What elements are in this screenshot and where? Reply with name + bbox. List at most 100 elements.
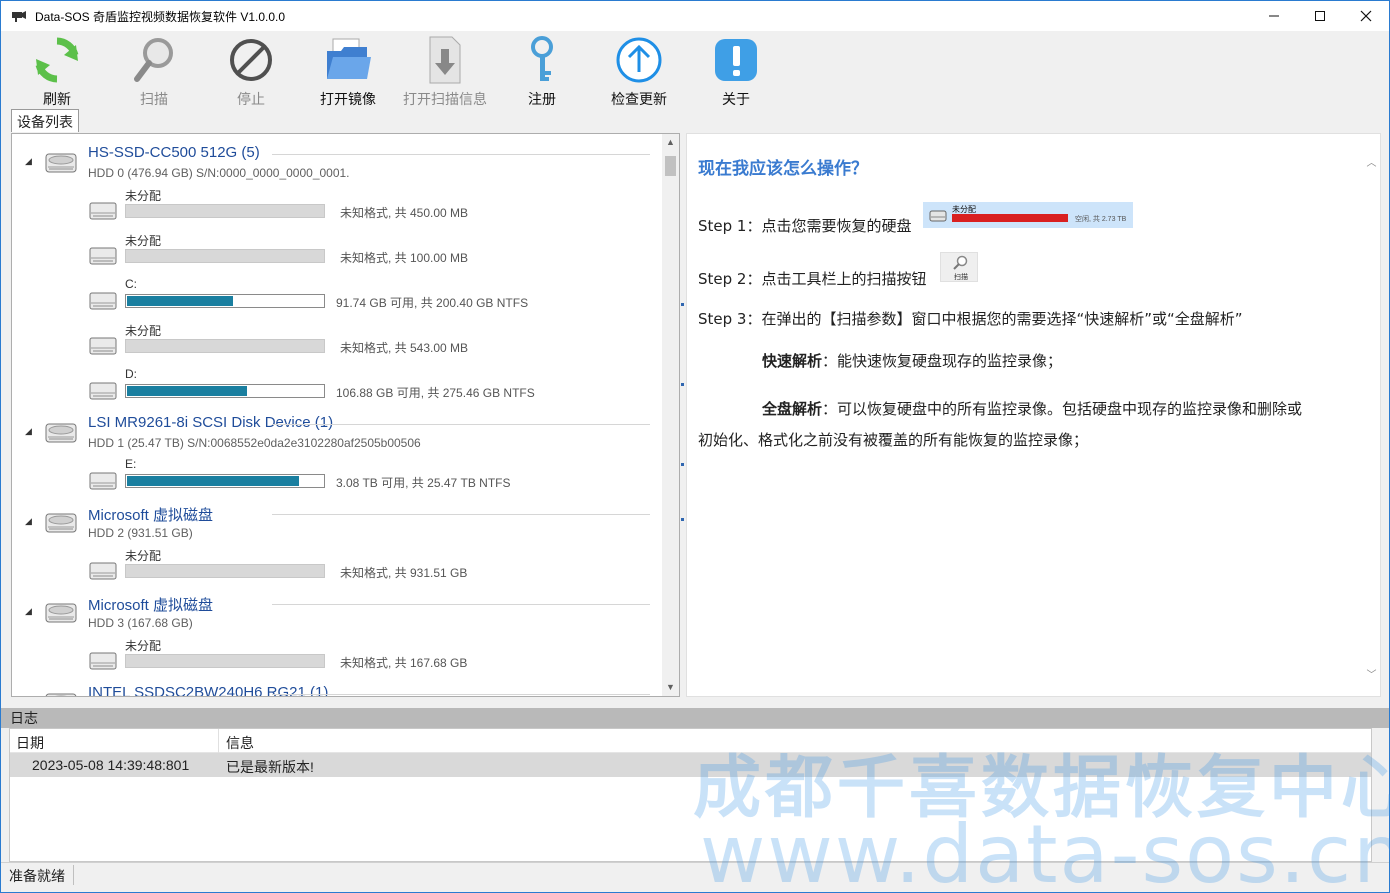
partition-icon xyxy=(89,247,117,265)
usage-bar xyxy=(125,249,325,263)
partition-icon xyxy=(89,337,117,355)
check-update-button[interactable]: 检查更新 xyxy=(591,35,687,107)
expand-toggle-icon[interactable]: ◢ xyxy=(25,516,32,527)
open-image-button[interactable]: 打开镜像 xyxy=(300,35,396,107)
partition-label: E: xyxy=(125,457,137,471)
partition-label: 未分配 xyxy=(125,189,162,203)
stop-label: 停止 xyxy=(237,91,265,107)
scan-button[interactable]: 扫描 xyxy=(106,35,202,107)
camera-icon xyxy=(12,11,26,22)
stop-icon xyxy=(230,39,272,81)
table-row[interactable]: 2023-05-08 14:39:48:801 已是最新版本! xyxy=(10,753,1371,777)
stop-button[interactable]: 停止 xyxy=(203,35,299,107)
quick-parse-title: 快速解析 xyxy=(762,352,823,370)
expand-toggle-icon[interactable]: ◢ xyxy=(25,156,32,167)
usage-bar xyxy=(125,384,325,398)
disk-item[interactable]: ◢ HS-SSD-CC500 512G (5) HDD 0 (476.94 GB) … xyxy=(12,142,662,182)
partition-info: 91.74 GB 可用, 共 200.40 GB NTFS xyxy=(336,296,529,310)
partition-item[interactable]: 未分配 未知格式, 共 450.00 MB xyxy=(12,187,662,229)
partition-icon xyxy=(89,562,117,580)
step2-example-scan-button: 扫描 xyxy=(940,252,978,282)
log-header: 日期 信息 xyxy=(10,729,1371,753)
partition-info: 未知格式, 共 167.68 GB xyxy=(340,656,468,670)
step1-example-disk: 未分配 空闲, 共 2.73 TB xyxy=(923,202,1133,228)
partition-label: D: xyxy=(125,367,137,381)
disk-item[interactable]: ◢ Microsoft 虚拟磁盘 HDD 3 (167.68 GB) xyxy=(12,592,662,632)
usage-bar-fill xyxy=(127,296,233,306)
quick-parse-desc: 快速解析：能快速恢复硬盘现存的监控录像； xyxy=(762,350,1062,371)
partition-icon xyxy=(89,382,117,400)
disk-info: HDD 0 (476.94 GB) S/N:0000_0000_0000_000… xyxy=(88,166,350,180)
minimize-icon xyxy=(1269,15,1279,17)
partition-icon xyxy=(89,472,117,490)
log-info-cell: 已是最新版本! xyxy=(226,759,314,775)
quick-parse-text: ：能快速恢复硬盘现存的监控录像； xyxy=(822,352,1063,370)
partition-item[interactable]: 未分配未知格式, 共 931.51 GB xyxy=(12,547,662,589)
disk-info: HDD 2 (931.51 GB) xyxy=(88,526,193,540)
upload-arrow-icon xyxy=(616,37,662,83)
step1-text: Step 1：点击您需要恢复的硬盘 xyxy=(698,217,912,235)
disk-name: HS-SSD-CC500 512G (5) xyxy=(88,144,260,161)
disk-name: Microsoft 虚拟磁盘 xyxy=(88,597,214,614)
expand-toggle-icon[interactable]: ◢ xyxy=(25,606,32,617)
partition-item[interactable]: C: 91.74 GB 可用, 共 200.40 GB NTFS xyxy=(12,277,662,319)
partition-info: 未知格式, 共 100.00 MB xyxy=(340,251,469,265)
refresh-button[interactable]: 刷新 xyxy=(9,35,105,107)
usage-bar-fill xyxy=(127,386,247,396)
about-button[interactable]: 关于 xyxy=(688,35,784,107)
partition-item[interactable]: 未分配未知格式, 共 167.68 GB xyxy=(12,637,662,679)
disk-item[interactable]: ◢ Microsoft 虚拟磁盘 HDD 2 (931.51 GB) xyxy=(12,502,662,542)
toolbar: 刷新 扫描 停止 打开镜像 打开扫描信息 注册 检查更新 关于 xyxy=(1,31,1389,107)
device-list-tab[interactable]: 设备列表 xyxy=(11,109,79,132)
check-update-label: 检查更新 xyxy=(611,91,667,107)
download-file-icon xyxy=(429,36,461,84)
partition-item[interactable]: E: 3.08 TB 可用, 共 25.47 TB NTFS xyxy=(12,457,662,499)
log-col-date[interactable]: 日期 xyxy=(16,733,44,753)
partition-info: 未知格式, 共 931.51 GB xyxy=(340,566,468,580)
partition-item[interactable]: 未分配未知格式, 共 100.00 MB xyxy=(12,232,662,274)
partition-label: 未分配 xyxy=(125,234,162,248)
hard-disk-icon xyxy=(45,513,77,533)
disk-name: Microsoft 虚拟磁盘 xyxy=(88,507,214,524)
register-label: 注册 xyxy=(528,91,556,107)
partition-label: 未分配 xyxy=(125,639,162,653)
partition-icon xyxy=(89,202,117,220)
status-bar: 准备就绪 xyxy=(1,862,1389,886)
magnifier-icon xyxy=(134,38,173,82)
scroll-down-icon[interactable]: ▼ xyxy=(662,679,679,696)
scroll-up-icon[interactable]: ︿ xyxy=(1363,154,1380,169)
close-icon xyxy=(1360,10,1372,22)
usage-bar xyxy=(125,294,325,308)
disk-item[interactable]: ◢INTEL SSDSC2BW240H6 RG21 (1) xyxy=(12,682,662,696)
expand-toggle-icon[interactable]: ◢ xyxy=(25,426,32,437)
minimize-button[interactable] xyxy=(1251,1,1297,31)
usage-bar xyxy=(125,564,325,578)
partition-item[interactable]: D: 106.88 GB 可用, 共 275.46 GB NTFS xyxy=(12,367,662,409)
open-scan-info-button[interactable]: 打开扫描信息 xyxy=(397,35,493,107)
disk-item[interactable]: ◢ LSI MR9261-8i SCSI Disk Device (1) HDD 1… xyxy=(12,412,662,452)
partition-label: 未分配 xyxy=(125,549,162,563)
log-table: 日期 信息 2023-05-08 14:39:48:801 已是最新版本! xyxy=(9,728,1372,862)
maximize-button[interactable] xyxy=(1297,1,1343,31)
full-parse-text: ：可以恢复硬盘中的所有监控录像。包括硬盘中现存的监控录像和删除或 xyxy=(822,400,1303,418)
scroll-up-icon[interactable]: ▲ xyxy=(662,134,679,151)
open-image-label: 打开镜像 xyxy=(320,91,376,107)
refresh-icon xyxy=(35,37,79,83)
scroll-down-icon[interactable]: ﹀ xyxy=(1363,666,1380,681)
help-heading: 现在我应该怎么操作？ xyxy=(698,159,868,179)
disk-info: HDD 1 (25.47 TB) S/N:0068552e0da2e310228… xyxy=(88,436,421,450)
status-text: 准备就绪 xyxy=(9,868,65,884)
about-label: 关于 xyxy=(722,91,750,107)
hard-disk-icon xyxy=(45,423,77,443)
log-title: 日志 xyxy=(1,708,1389,728)
usage-bar xyxy=(125,339,325,353)
log-col-info[interactable]: 信息 xyxy=(226,733,254,753)
key-icon xyxy=(531,36,553,81)
scrollbar-thumb[interactable] xyxy=(665,156,676,176)
partition-item[interactable]: 未分配 未知格式, 共 543.00 MB xyxy=(12,322,662,364)
register-button[interactable]: 注册 xyxy=(494,35,590,107)
help-scrollbar[interactable]: ︿ ﹀ xyxy=(1363,134,1380,696)
close-button[interactable] xyxy=(1343,1,1389,31)
full-parse-title: 全盘解析 xyxy=(762,400,823,418)
device-list-scrollbar[interactable]: ▲ ▼ xyxy=(662,134,679,696)
